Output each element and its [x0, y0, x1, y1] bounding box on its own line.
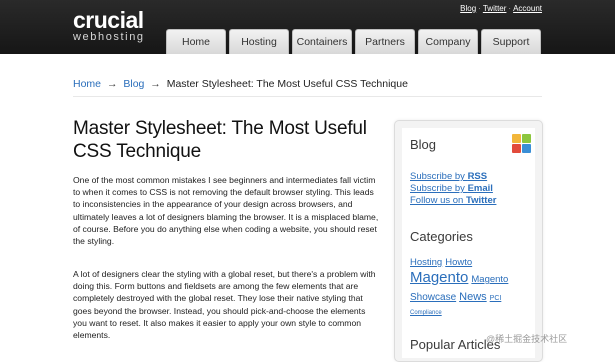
nav-tab-containers[interactable]: Containers	[292, 29, 352, 54]
nav-tab-home[interactable]: Home	[166, 29, 226, 54]
sidebar-categories-heading: Categories	[410, 229, 473, 244]
breadcrumb: Home → Blog → Master Stylesheet: The Mos…	[73, 77, 408, 91]
subscribe-rss-link[interactable]: Subscribe by RSS	[410, 171, 487, 183]
nav-tab-hosting[interactable]: Hosting	[229, 29, 289, 54]
tag-link[interactable]: PCI	[490, 292, 502, 305]
logo-wordmark[interactable]: crucial	[73, 7, 144, 33]
nav-tab-support[interactable]: Support	[481, 29, 541, 54]
util-link-account[interactable]: Account	[513, 4, 542, 13]
breadcrumb-divider	[73, 96, 542, 97]
article-title: Master Stylesheet: The Most Useful CSS T…	[73, 118, 367, 162]
subscribe-email-link[interactable]: Subscribe by Email	[410, 183, 493, 195]
util-link-blog[interactable]: Blog	[460, 4, 476, 13]
nav-tab-company[interactable]: Company	[418, 29, 478, 54]
tag-link[interactable]: Compliance	[410, 308, 442, 318]
logo-tagline: webhosting	[73, 31, 145, 43]
sidebar-panel: Blog Subscribe by RSS Subscribe by Email…	[402, 128, 535, 358]
sidebar: Blog Subscribe by RSS Subscribe by Email…	[394, 120, 543, 362]
breadcrumb-blog[interactable]: Blog	[123, 78, 144, 90]
crucial-logo-icon	[512, 134, 532, 154]
utility-links: Blog · Twitter · Account	[460, 4, 542, 14]
tag-link[interactable]: Magento	[410, 269, 468, 287]
nav-tab-partners[interactable]: Partners	[355, 29, 415, 54]
follow-twitter-link[interactable]: Follow us on Twitter	[410, 195, 496, 207]
breadcrumb-current: Master Stylesheet: The Most Useful CSS T…	[166, 78, 408, 90]
tag-link[interactable]: Hosting	[410, 256, 442, 269]
site-header: crucial webhosting Blog · Twitter · Account …	[0, 0, 615, 54]
breadcrumb-arrow-icon: →	[106, 78, 118, 90]
tag-link[interactable]: News	[459, 291, 487, 304]
util-separator: ·	[478, 4, 481, 13]
tag-link[interactable]: Howto	[445, 256, 472, 269]
article-paragraph: One of the most common mistakes I see be…	[73, 175, 379, 247]
util-link-twitter[interactable]: Twitter	[483, 4, 507, 13]
tag-link[interactable]: Showcase	[410, 291, 456, 304]
article-paragraph: A lot of designers clear the styling wit…	[73, 269, 376, 341]
breadcrumb-home[interactable]: Home	[73, 78, 101, 90]
tag-link[interactable]: Magento	[471, 271, 508, 289]
tag-cloud: Hosting Howto Magento Magento Showcase News…	[410, 254, 535, 318]
breadcrumb-arrow-icon: →	[150, 78, 161, 90]
sidebar-blog-heading: Blog	[410, 137, 437, 152]
watermark: @稀土掘金技术社区	[486, 334, 568, 344]
